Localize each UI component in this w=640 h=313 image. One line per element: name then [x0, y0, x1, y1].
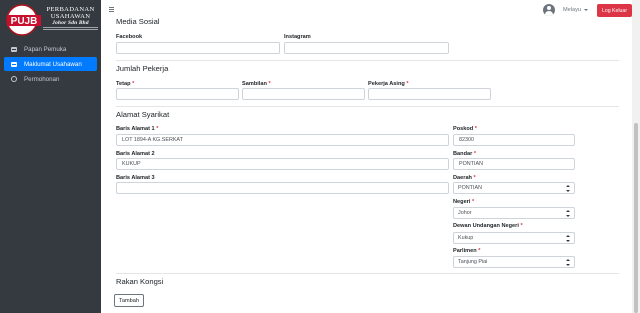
sidebar: PUJB PERBADANAN USAHAWAN Johor Sdn Bhd P…: [0, 0, 101, 313]
brand[interactable]: PUJB PERBADANAN USAHAWAN Johor Sdn Bhd: [0, 0, 101, 40]
poskod-input[interactable]: [453, 134, 575, 146]
section-title-alamat-syarikat: Alamat Syarikat: [116, 110, 170, 119]
pujb-logo: PUJB: [6, 4, 41, 36]
address-line-2-label: Baris Alamat 2: [116, 151, 155, 157]
parlimen-select[interactable]: Tanjung Piai: [453, 256, 575, 268]
add-partner-button[interactable]: Tambah: [114, 294, 144, 307]
daerah-selected: PONTIAN: [458, 185, 482, 191]
select-arrows-icon: [566, 259, 570, 266]
select-arrows-icon: [566, 185, 570, 192]
instagram-label: Instagram: [284, 34, 311, 40]
divider: [116, 273, 619, 274]
tetap-input[interactable]: [116, 88, 239, 100]
section-title-rakan-kongsi: Rakan Kongsi: [116, 277, 164, 286]
negeri-label: Negeri *: [453, 199, 475, 205]
language-dropdown[interactable]: Melayu: [563, 7, 589, 13]
facebook-label: Facebook: [116, 34, 143, 40]
section-title-media-sosial: Media Sosial: [116, 17, 160, 26]
parlimen-selected: Tanjung Piai: [458, 259, 488, 265]
parlimen-label: Parlimen *: [453, 248, 481, 254]
sidebar-item-maklumat-usahawan[interactable]: Maklumat Usahawan: [4, 57, 97, 71]
brand-line-2: USAHAWAN: [50, 12, 91, 20]
address-line-1-input[interactable]: [116, 134, 449, 146]
facebook-input[interactable]: [116, 42, 280, 54]
bandar-input[interactable]: [453, 158, 575, 170]
sambilan-label: Sambilan *: [242, 81, 271, 87]
menu-toggle-icon[interactable]: [109, 7, 114, 12]
language-label: Melayu: [563, 7, 582, 13]
address-line-3-label: Baris Alamat 3: [116, 175, 155, 181]
divider: [116, 60, 619, 61]
sidebar-item-label: Papan Pemuka: [24, 45, 67, 53]
sidebar-item-permohonan[interactable]: Permohonan: [4, 72, 97, 86]
sidebar-item-label: Permohonan: [24, 75, 60, 83]
sidebar-item-label: Maklumat Usahawan: [24, 60, 82, 68]
top-navbar: Melayu Log Keluar: [101, 0, 640, 20]
negeri-selected: Johor: [458, 210, 472, 216]
logout-button[interactable]: Log Keluar: [597, 4, 632, 17]
select-arrows-icon: [566, 210, 570, 217]
address-line-3-input[interactable]: [116, 182, 449, 194]
page-scrollbar[interactable]: [632, 0, 640, 313]
section-title-jumlah-pekerja: Jumlah Pekerja: [116, 64, 169, 73]
chevron-down-icon: [584, 9, 589, 11]
circle-icon: [9, 76, 18, 82]
select-arrows-icon: [566, 235, 570, 242]
sidebar-item-papan-pemuka[interactable]: Papan Pemuka: [4, 42, 97, 56]
bandar-label: Bandar *: [453, 151, 477, 157]
dun-select[interactable]: Kukup: [453, 232, 575, 244]
pekerja-asing-label: Pekerja Asing *: [368, 81, 409, 87]
main-content: Media Sosial Facebook Instagram Jumlah P…: [101, 17, 632, 313]
brand-rule: [43, 27, 98, 31]
address-line-2-input[interactable]: [116, 158, 449, 170]
logo-text: PUJB: [11, 16, 38, 27]
divider: [116, 106, 619, 107]
user-avatar-icon[interactable]: [543, 4, 555, 16]
sambilan-input[interactable]: [242, 88, 365, 100]
instagram-input[interactable]: [284, 42, 449, 54]
pekerja-asing-input[interactable]: [368, 88, 491, 100]
id-card-icon: [9, 61, 18, 67]
daerah-label: Daerah *: [453, 175, 476, 181]
brand-line-3: Johor Sdn Bhd: [52, 20, 89, 27]
poskod-label: Poskod *: [453, 126, 477, 132]
tetap-label: Tetap *: [116, 81, 135, 87]
address-line-1-label: Baris Alamat 1 *: [116, 126, 159, 132]
negeri-select[interactable]: Johor: [453, 207, 575, 219]
dun-label: Dewan Undangan Negeri *: [453, 223, 523, 229]
dashboard-icon: [9, 46, 18, 52]
dun-selected: Kukup: [458, 235, 474, 241]
daerah-select[interactable]: PONTIAN: [453, 182, 575, 194]
scrollbar-thumb[interactable]: [634, 123, 638, 313]
brand-text: PERBADANAN USAHAWAN Johor Sdn Bhd: [43, 6, 98, 31]
